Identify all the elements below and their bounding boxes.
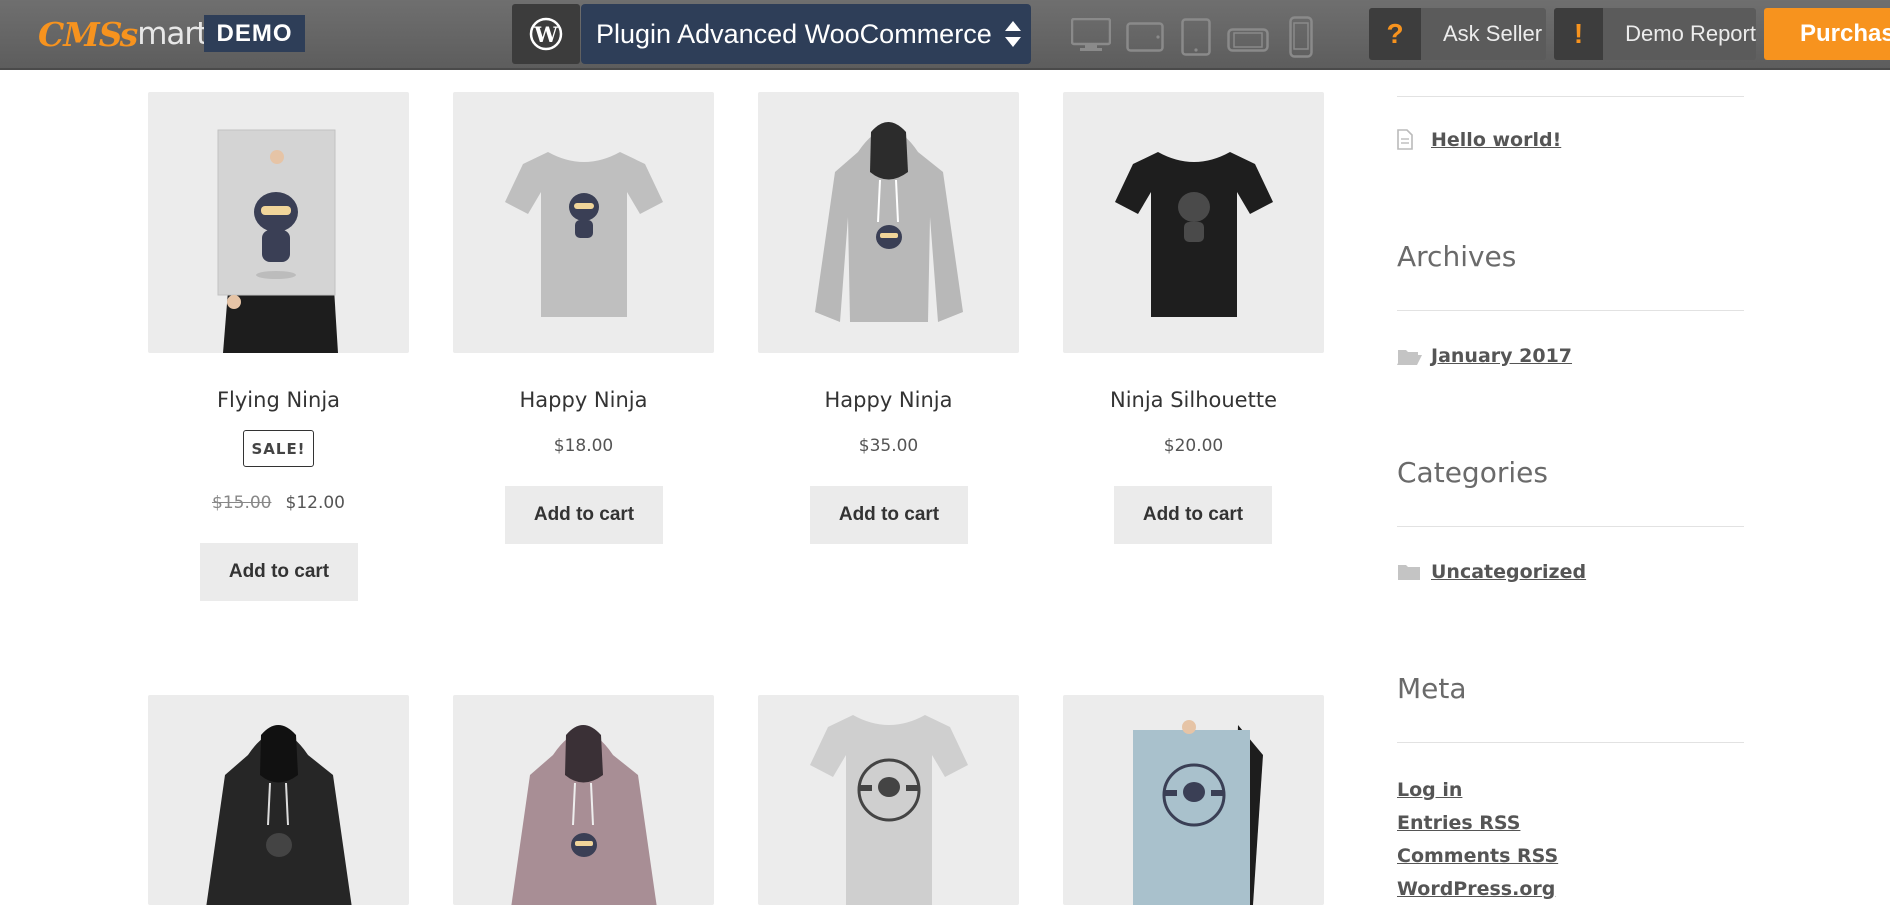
product-price: $20.00 xyxy=(1163,436,1224,456)
ask-seller-label: Ask Seller xyxy=(1443,21,1543,46)
product-image-happy-ninja-hoodie[interactable] xyxy=(758,92,1019,353)
product-image-ninja-silhouette[interactable] xyxy=(1063,92,1324,353)
woo-poster-image xyxy=(1133,720,1263,905)
poster-image xyxy=(217,129,338,353)
demo-badge: DEMO xyxy=(204,15,305,52)
add-to-cart-button[interactable]: Add to cart xyxy=(200,543,358,601)
product-image-flying-ninja[interactable] xyxy=(148,92,409,353)
svg-text:W: W xyxy=(533,22,558,47)
question-icon: ? xyxy=(1369,8,1421,60)
product-image-woo-tshirt[interactable] xyxy=(758,695,1019,905)
demo-report-label: Demo Report xyxy=(1625,21,1756,46)
purchase-button[interactable]: Purchase xyxy=(1764,8,1890,60)
archive-link[interactable]: January 2017 xyxy=(1431,345,1572,367)
sale-price: $12.00 xyxy=(285,493,345,513)
add-to-cart-button[interactable]: Add to cart xyxy=(505,486,663,544)
phone-landscape-icon[interactable] xyxy=(1227,28,1269,52)
demo-report-button[interactable]: ! Demo Report xyxy=(1554,8,1756,60)
folder-open-icon xyxy=(1397,350,1422,365)
meta-link-wordpress-org[interactable]: WordPress.org xyxy=(1397,878,1555,900)
logo-s-glyph: s xyxy=(119,14,139,54)
product-price: $15.00 $12.00 xyxy=(148,493,409,513)
gray-hoodie-image xyxy=(815,122,963,322)
archives-heading: Archives xyxy=(1397,240,1517,273)
old-price: $15.00 xyxy=(212,493,272,513)
sidebar-divider xyxy=(1397,742,1744,743)
product-name[interactable]: Flying Ninja xyxy=(148,388,409,412)
exclamation-icon: ! xyxy=(1554,8,1604,60)
sidebar-divider xyxy=(1397,96,1744,97)
meta-link-entries-rss[interactable]: Entries RSS xyxy=(1397,812,1520,834)
folder-icon xyxy=(1398,565,1420,580)
logo-smart-text: mart xyxy=(137,16,208,52)
sidebar-divider xyxy=(1397,310,1744,311)
product-image-ninja-hoodie-black[interactable] xyxy=(148,695,409,905)
add-to-cart-button[interactable]: Add to cart xyxy=(810,486,968,544)
recent-post-link[interactable]: Hello world! xyxy=(1431,129,1561,151)
category-link[interactable]: Uncategorized xyxy=(1431,561,1586,583)
sidebar-divider xyxy=(1397,526,1744,527)
cmsmart-logo[interactable]: CMS s mart xyxy=(38,14,208,54)
product-name[interactable]: Happy Ninja xyxy=(758,388,1019,412)
sale-badge: SALE! xyxy=(243,430,314,467)
document-icon xyxy=(1397,129,1413,150)
meta-link-login[interactable]: Log in xyxy=(1397,779,1462,801)
product-name[interactable]: Ninja Silhouette xyxy=(1063,388,1324,412)
plugin-select-value: Plugin Advanced WooCommerce xyxy=(596,18,992,49)
meta-link-comments-rss[interactable]: Comments RSS xyxy=(1397,845,1558,867)
phone-portrait-icon[interactable] xyxy=(1289,16,1313,58)
product-image-ninja-hoodie-pink[interactable] xyxy=(453,695,714,905)
product-image-happy-ninja-tshirt[interactable] xyxy=(453,92,714,353)
wordpress-button[interactable]: W xyxy=(512,4,580,64)
plugin-select[interactable]: Plugin Advanced WooCommerce xyxy=(581,4,1031,64)
purchase-label: Purchase xyxy=(1800,20,1890,47)
product-image-woo-poster[interactable] xyxy=(1063,695,1324,905)
ask-seller-button[interactable]: ? Ask Seller xyxy=(1369,8,1546,60)
black-hoodie-image xyxy=(206,725,352,905)
gray-tshirt-image xyxy=(505,152,663,317)
tablet-portrait-icon[interactable] xyxy=(1181,18,1211,56)
demo-topbar: CMS s mart DEMO W Plugin Advanced WooComme… xyxy=(0,0,1890,70)
desktop-view-icon[interactable] xyxy=(1071,18,1111,52)
black-tshirt-image xyxy=(1115,152,1273,317)
product-price: $18.00 xyxy=(553,436,614,456)
logo-cms-text: CMS xyxy=(38,14,123,54)
tablet-landscape-icon[interactable] xyxy=(1126,22,1164,52)
select-arrows-icon xyxy=(1005,21,1021,47)
pink-hoodie-image xyxy=(511,725,657,905)
meta-heading: Meta xyxy=(1397,672,1467,705)
woo-tshirt-image xyxy=(810,715,968,905)
product-price: $35.00 xyxy=(858,436,919,456)
wordpress-icon: W xyxy=(529,17,563,51)
categories-heading: Categories xyxy=(1397,456,1548,489)
add-to-cart-button[interactable]: Add to cart xyxy=(1114,486,1272,544)
product-name[interactable]: Happy Ninja xyxy=(453,388,714,412)
